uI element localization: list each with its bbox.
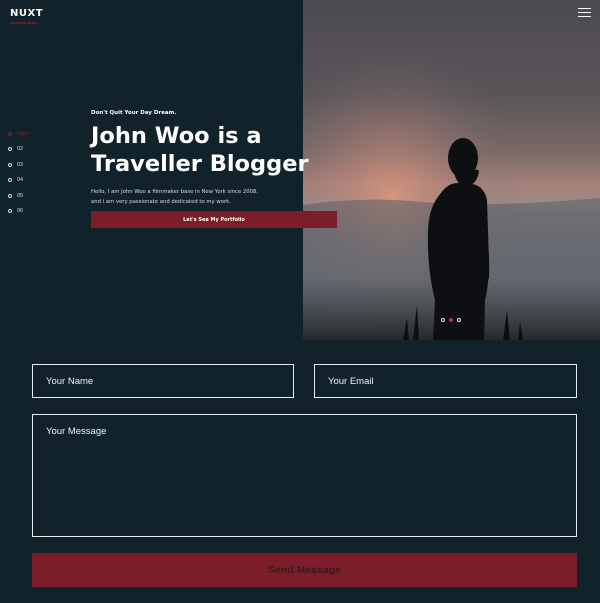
- man-silhouette-at-sunset-photo: [303, 0, 600, 340]
- slide-navigation: Intro 02 03 04 05 06: [8, 126, 28, 219]
- portfolio-button[interactable]: Let's See My Portfolio: [91, 211, 337, 228]
- slide-nav-label: 04: [17, 177, 24, 184]
- slide-dot-icon: [8, 147, 12, 152]
- hamburger-icon[interactable]: [578, 8, 591, 19]
- name-field[interactable]: [32, 364, 294, 398]
- carousel-dot-icon[interactable]: [441, 318, 445, 322]
- carousel-dot-icon[interactable]: [457, 318, 461, 322]
- slide-dot-icon: [8, 193, 12, 198]
- brand-logo[interactable]: NUXT Vuetemplates: [10, 8, 43, 25]
- slide-nav-item-02[interactable]: 02: [8, 142, 28, 158]
- carousel-dot-active-icon[interactable]: [449, 318, 453, 322]
- hero-photo: [303, 0, 600, 340]
- message-field[interactable]: [32, 414, 577, 537]
- send-message-button[interactable]: Send Message: [32, 553, 577, 587]
- hero-eyebrow: Don't Quit Your Day Dream.: [91, 110, 177, 116]
- slide-nav-item-04[interactable]: 04: [8, 173, 28, 189]
- brand-name: NUXT: [10, 8, 44, 19]
- slide-nav-item-06[interactable]: 06: [8, 204, 28, 220]
- slide-dot-icon: [8, 162, 12, 167]
- hero-headline: John Woo is a Traveller Blogger: [91, 122, 341, 178]
- slide-nav-item-05[interactable]: 05: [8, 188, 28, 204]
- slide-nav-label: 05: [17, 192, 24, 199]
- hero-intro: Hello, I am John Woo a filmmaker base in…: [91, 187, 291, 207]
- intro-line-1: Hello, I am John Woo a filmmaker base in…: [91, 189, 259, 195]
- brand-tagline: Vuetemplates: [10, 20, 38, 25]
- headline-line-2: Traveller Blogger: [91, 151, 309, 177]
- slide-nav-item-03[interactable]: 03: [8, 157, 28, 173]
- slide-nav-label: 02: [17, 146, 24, 153]
- slide-dot-icon: [8, 178, 12, 183]
- headline-line-1: John Woo is a: [91, 123, 262, 149]
- email-field[interactable]: [314, 364, 577, 398]
- slide-dot-icon: [8, 131, 12, 136]
- slide-nav-label: 03: [17, 161, 24, 168]
- intro-line-2: and i am very passionate and dedicated t…: [91, 199, 231, 205]
- slide-nav-item-intro[interactable]: Intro: [8, 126, 28, 142]
- slide-dot-icon: [8, 209, 12, 214]
- carousel-dots: [441, 318, 465, 322]
- slide-nav-label: Intro: [17, 130, 29, 137]
- hero-text: Don't Quit Your Day Dream. John Woo is a…: [91, 110, 341, 207]
- slide-nav-label: 06: [17, 208, 24, 215]
